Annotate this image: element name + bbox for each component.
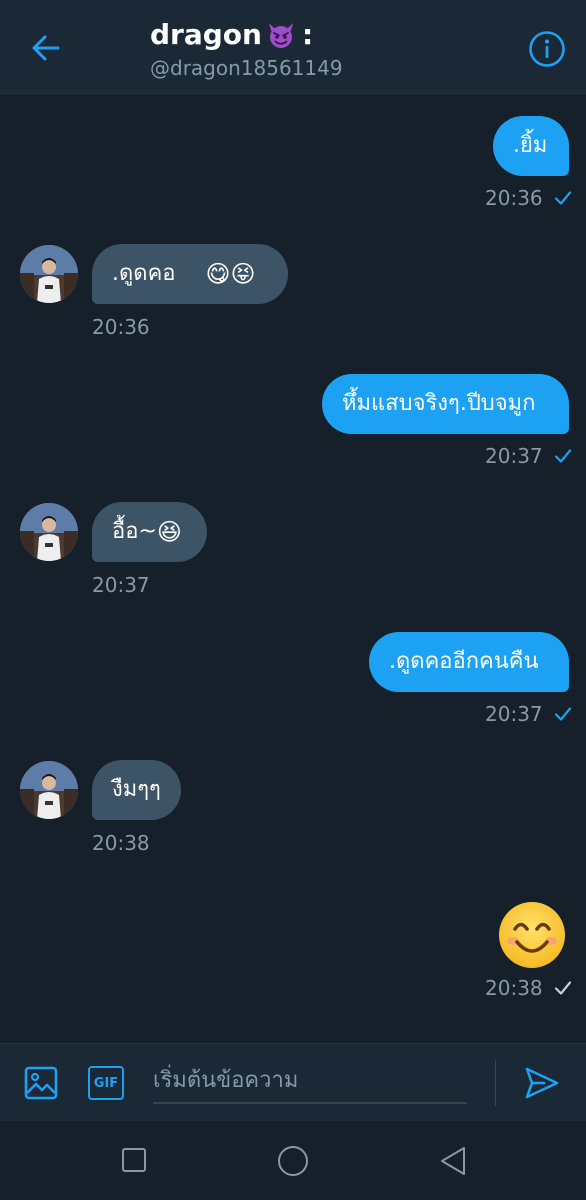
arrow-left-icon[interactable] bbox=[26, 28, 66, 68]
message-bubble[interactable]: หึ้มแสบจริงๆ.ปีบจมูก bbox=[322, 374, 569, 434]
message-time: 20:36 bbox=[485, 186, 543, 210]
user-handle: @dragon18561149 bbox=[150, 56, 343, 80]
message-time: 20:36 bbox=[92, 315, 150, 339]
message-text: หึ้มแสบจริงๆ.ปีบจมูก bbox=[342, 391, 536, 416]
conversation-header: dragon : @dragon18561149 bbox=[0, 0, 586, 94]
smiling-imp-emoji-icon bbox=[268, 23, 293, 48]
send-icon[interactable] bbox=[524, 1066, 560, 1100]
dm-conversation-screen: dragon : @dragon18561149 .ยิ้ม 20:36 .ดู… bbox=[0, 0, 586, 1200]
message-time: 20:37 bbox=[92, 573, 150, 597]
conversation-title-block[interactable]: dragon : @dragon18561149 bbox=[150, 18, 343, 82]
message-emoji: 😆 bbox=[156, 518, 182, 546]
message-input[interactable] bbox=[153, 1058, 467, 1104]
message-meta: 20:37 bbox=[92, 573, 150, 597]
circle-icon[interactable] bbox=[277, 1145, 309, 1177]
square-icon[interactable] bbox=[121, 1147, 147, 1173]
avatar[interactable] bbox=[20, 761, 78, 819]
message-bubble[interactable]: งืมๆๆ bbox=[92, 760, 181, 820]
message-text: .ดูดคออีกคนคืน bbox=[389, 649, 539, 674]
message-time: 20:38 bbox=[92, 831, 150, 855]
message-composer: GIF bbox=[0, 1043, 586, 1121]
message-time: 20:37 bbox=[485, 444, 543, 468]
sent-check-icon bbox=[554, 981, 571, 995]
message-meta: 20:37 bbox=[485, 444, 573, 468]
smiling-face-emoji-icon[interactable] bbox=[497, 900, 567, 970]
system-nav-bar bbox=[0, 1121, 586, 1200]
message-meta: 20:38 bbox=[485, 976, 573, 1000]
display-name: dragon bbox=[150, 18, 262, 51]
message-meta: 20:38 bbox=[92, 831, 150, 855]
triangle-back-icon[interactable] bbox=[438, 1145, 468, 1177]
message-bubble[interactable]: .ดูดคอ 😋😝 bbox=[92, 244, 288, 304]
avatar[interactable] bbox=[20, 503, 78, 561]
message-text: .ดูดคอ bbox=[112, 261, 176, 286]
info-icon[interactable] bbox=[528, 30, 566, 68]
message-bubble[interactable]: อื้อ~ 😆 bbox=[92, 502, 207, 562]
gif-label: GIF bbox=[93, 1075, 119, 1091]
image-icon[interactable] bbox=[24, 1066, 58, 1100]
message-time: 20:37 bbox=[485, 702, 543, 726]
name-suffix: : bbox=[301, 18, 314, 51]
message-meta: 20:37 bbox=[485, 702, 573, 726]
message-bubble[interactable]: .ดูดคออีกคนคืน bbox=[369, 632, 569, 692]
message-meta: 20:36 bbox=[92, 315, 150, 339]
avatar[interactable] bbox=[20, 245, 78, 303]
message-emoji: 😋😝 bbox=[205, 260, 256, 288]
read-check-icon bbox=[554, 707, 571, 721]
message-bubble[interactable]: .ยิ้ม bbox=[493, 116, 569, 176]
message-time: 20:38 bbox=[485, 976, 543, 1000]
conversation-title: dragon : bbox=[150, 18, 343, 52]
message-meta: 20:36 bbox=[485, 186, 573, 210]
message-text: .ยิ้ม bbox=[513, 133, 548, 158]
composer-divider bbox=[495, 1060, 496, 1106]
message-text: งืมๆๆ bbox=[112, 777, 161, 802]
read-check-icon bbox=[554, 449, 571, 463]
read-check-icon bbox=[554, 191, 571, 205]
gif-icon[interactable]: GIF bbox=[88, 1066, 124, 1100]
message-text: อื้อ~ bbox=[112, 519, 157, 544]
